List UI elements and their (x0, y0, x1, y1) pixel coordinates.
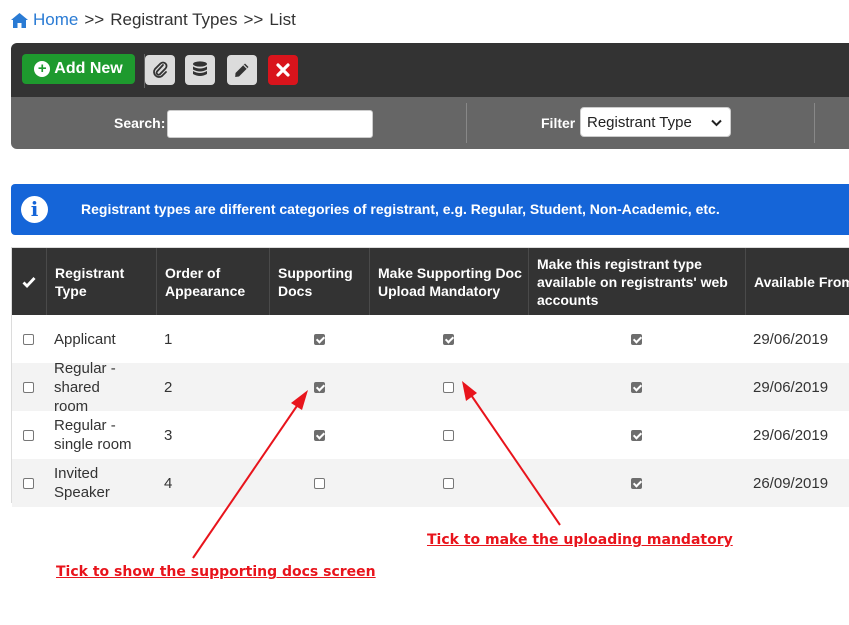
arrow-mandatory (462, 381, 561, 526)
arrow-supporting-docs (192, 390, 308, 559)
annotation-mandatory-text: Tick to make the uploading mandatory (427, 532, 733, 548)
annotation-supporting-docs-text: Tick to show the supporting docs screen (56, 564, 376, 580)
